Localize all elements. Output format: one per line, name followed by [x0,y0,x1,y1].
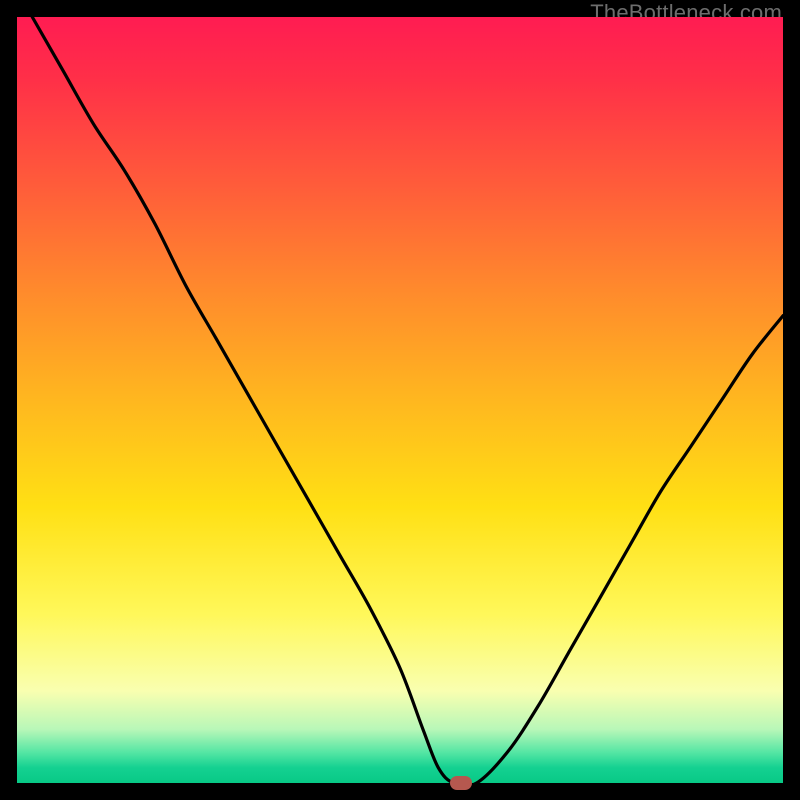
chart-frame: TheBottleneck.com [0,0,800,800]
plot-area [17,17,783,783]
optimum-marker [450,776,472,790]
bottleneck-curve [17,17,783,783]
